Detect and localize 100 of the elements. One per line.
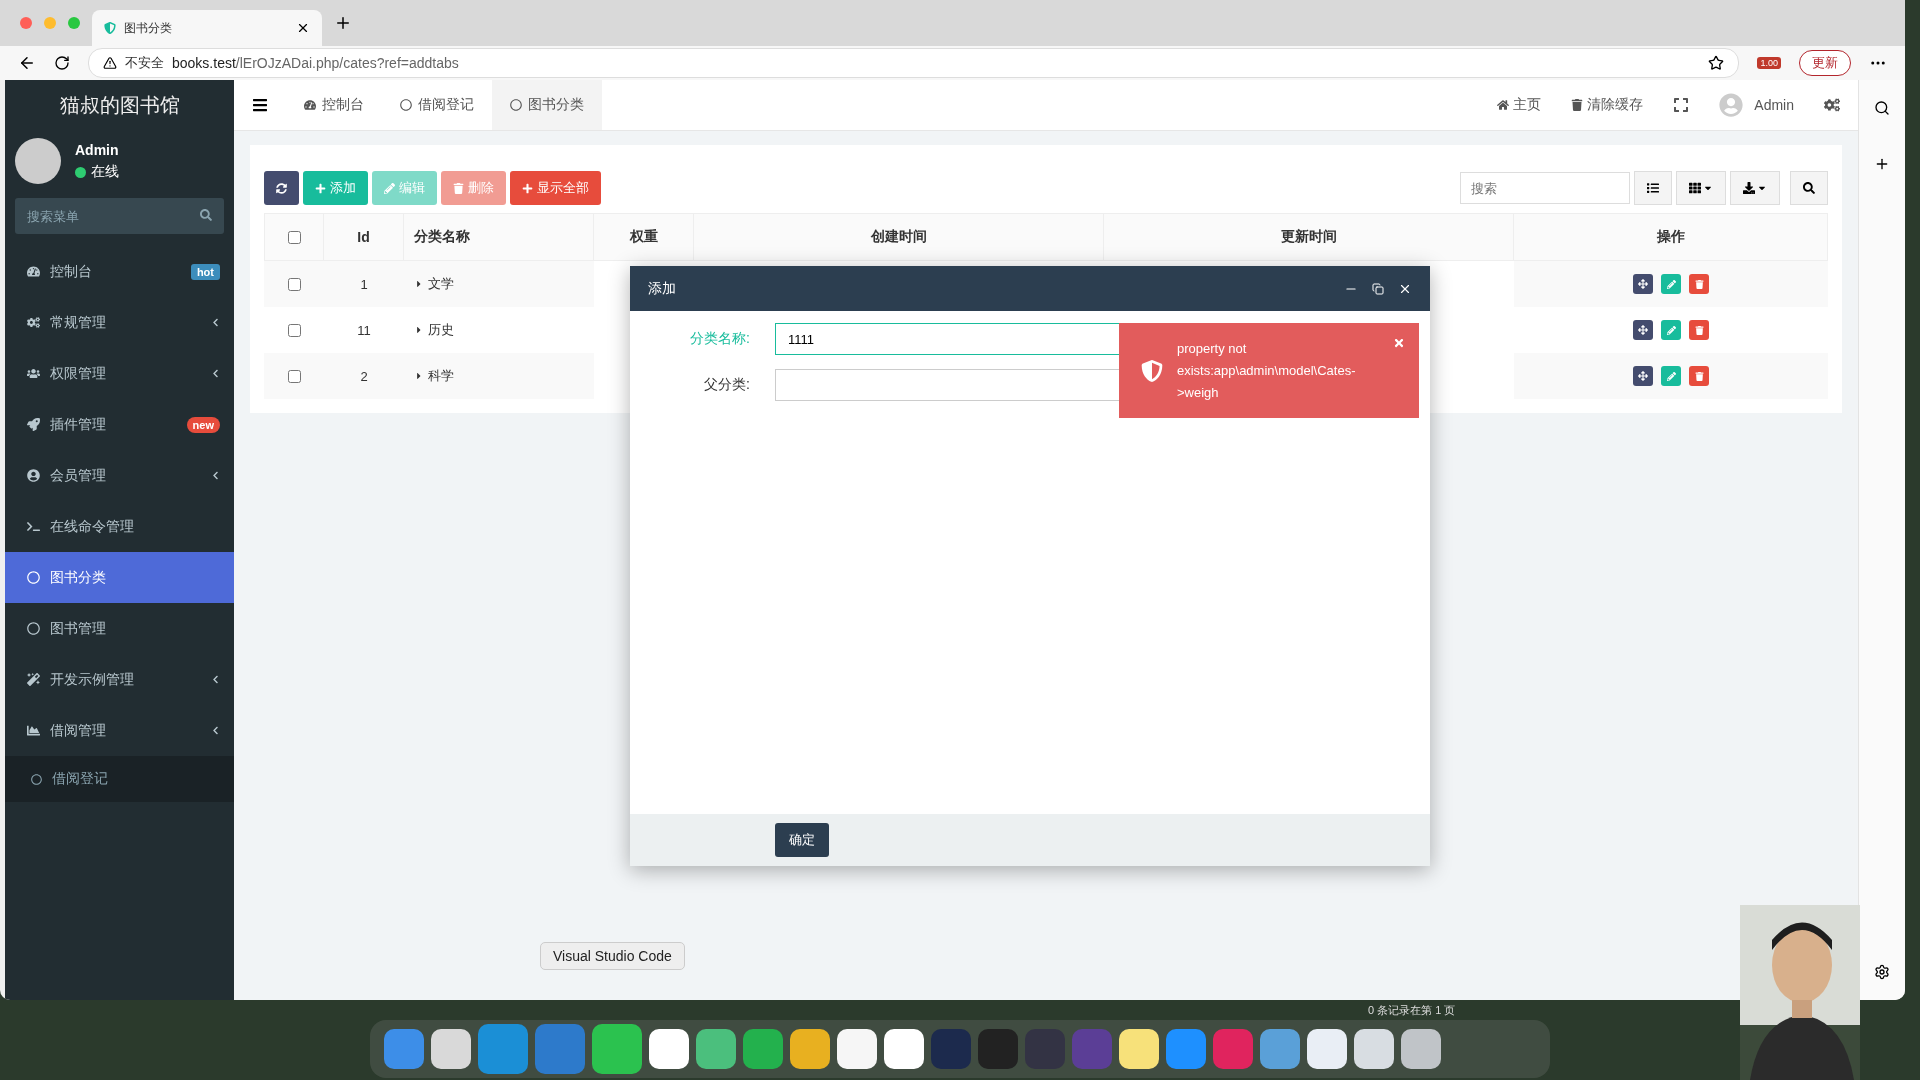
menu-item[interactable]: 控制台 hot [5, 246, 234, 297]
delete-button[interactable] [1689, 320, 1709, 340]
pencil-icon [1666, 279, 1676, 289]
app-icon[interactable] [1354, 1029, 1394, 1069]
app-icon[interactable] [696, 1029, 736, 1069]
back-icon[interactable] [18, 54, 36, 72]
app-icon[interactable] [1307, 1029, 1347, 1069]
shield-icon [1141, 359, 1163, 382]
tab-title: 图书分类 [124, 19, 172, 37]
nav-tab[interactable]: 图书分类 [492, 80, 602, 130]
user-status: 在线 [91, 163, 119, 181]
grid-icon [1689, 182, 1701, 194]
menu-item[interactable]: 会员管理 [5, 450, 234, 501]
dialog-title: 添加 [648, 279, 676, 298]
refresh-icon [276, 182, 287, 194]
row-checkbox[interactable] [288, 277, 301, 291]
submenu-item[interactable]: 借阅登记 [5, 756, 234, 802]
move-icon [1638, 371, 1648, 381]
trash-icon [1694, 325, 1704, 335]
nav-link[interactable]: 主页 [1496, 96, 1541, 114]
search-icon[interactable] [1874, 100, 1890, 116]
move-button[interactable] [1633, 274, 1653, 294]
column-header: 权重 [594, 213, 694, 261]
table-cell: 历史 [428, 321, 454, 339]
new-tab-icon[interactable] [334, 14, 352, 32]
app-icon[interactable] [1119, 1029, 1159, 1069]
columns-button[interactable] [1676, 171, 1726, 205]
user-menu[interactable]: Admin [1718, 93, 1794, 117]
field-label: 分类名称: [689, 330, 751, 348]
confirm-button[interactable]: 确定 [775, 823, 829, 857]
extension-badge[interactable]: 1.00 [1757, 57, 1781, 69]
move-icon [1638, 279, 1648, 289]
menu-item[interactable]: 图书管理 [5, 603, 234, 654]
close-icon[interactable] [296, 21, 310, 35]
site-icon [104, 22, 116, 34]
app-icon[interactable] [649, 1029, 689, 1069]
user-name: Admin [75, 142, 119, 158]
row-checkbox[interactable] [288, 369, 301, 383]
menu-search-field[interactable]: 搜索菜单 [15, 198, 224, 234]
column-header: 操作 [1514, 213, 1828, 261]
column-header: 创建时间 [694, 213, 1104, 261]
search-icon [200, 209, 212, 221]
maximize-icon[interactable] [1372, 282, 1384, 295]
export-button[interactable] [1730, 171, 1780, 205]
gears-icon [27, 316, 40, 329]
menu-badge: new [186, 416, 220, 433]
move-button[interactable] [1633, 366, 1653, 386]
add-icon[interactable] [1874, 156, 1890, 172]
star-icon[interactable] [1708, 55, 1725, 71]
search-button[interactable] [1790, 171, 1828, 205]
select-all-checkbox[interactable] [288, 230, 301, 244]
menu-item[interactable]: 在线命令管理 [5, 501, 234, 552]
app-icon[interactable] [592, 1024, 642, 1074]
plus-icon [522, 182, 533, 194]
settings-icon[interactable] [1874, 964, 1890, 980]
menu-item[interactable]: 借阅管理 [5, 705, 234, 756]
dashboard-icon [27, 265, 40, 278]
delete-button[interactable] [1689, 274, 1709, 294]
fullscreen-icon[interactable] [1672, 97, 1689, 113]
search-field[interactable]: 搜索 [1460, 172, 1630, 204]
menu-item[interactable]: 常规管理 [5, 297, 234, 348]
reload-icon[interactable] [54, 55, 70, 71]
app-icon[interactable] [790, 1029, 830, 1069]
column-header: Id [324, 213, 404, 261]
app-icon[interactable] [837, 1029, 877, 1069]
menu-item[interactable]: 权限管理 [5, 348, 234, 399]
search-icon [1803, 182, 1815, 194]
app-icon[interactable] [431, 1029, 471, 1069]
menu-item[interactable]: 插件管理 new [5, 399, 234, 450]
dashboard-icon [304, 99, 316, 111]
move-button[interactable] [1633, 320, 1653, 340]
trash-icon [1694, 371, 1704, 381]
toolbar-button[interactable] [264, 171, 299, 205]
plus-icon [315, 182, 326, 194]
menu-item[interactable]: 开发示例管理 [5, 654, 234, 705]
column-header: 更新时间 [1104, 213, 1514, 261]
trash-icon [453, 182, 464, 194]
app-icon[interactable] [1401, 1029, 1441, 1069]
users-icon [27, 367, 40, 380]
nav-link[interactable]: 清除缓存 [1570, 96, 1643, 114]
menu-icon[interactable] [252, 97, 268, 113]
security-label: 不安全 [125, 54, 164, 72]
browser-tab[interactable]: 图书分类 [92, 10, 322, 46]
address-bar[interactable]: 不安全 books.test/lErOJzADai.php/cates?ref=addtabs [88, 48, 1740, 78]
terminal-icon [27, 520, 40, 533]
app-icon[interactable] [884, 1029, 924, 1069]
trash-icon [1570, 99, 1583, 111]
toolbar-button[interactable]: 显示全部 [510, 171, 601, 205]
status-dot [75, 166, 86, 178]
download-icon [1743, 182, 1755, 194]
row-checkbox[interactable] [288, 323, 301, 337]
dock-tooltip: Visual Studio Code [540, 942, 685, 970]
settings-icon[interactable] [1824, 97, 1840, 113]
view-toggle-button[interactable] [1634, 171, 1672, 205]
pencil-icon [1666, 325, 1676, 335]
update-button[interactable]: 更新 [1799, 50, 1851, 76]
url-text: books.test/lErOJzADai.php/cates?ref=addtabs [172, 55, 459, 71]
table-cell: 2 [324, 353, 404, 399]
delete-button[interactable] [1689, 366, 1709, 386]
menu-item[interactable]: 图书分类 [5, 552, 234, 603]
